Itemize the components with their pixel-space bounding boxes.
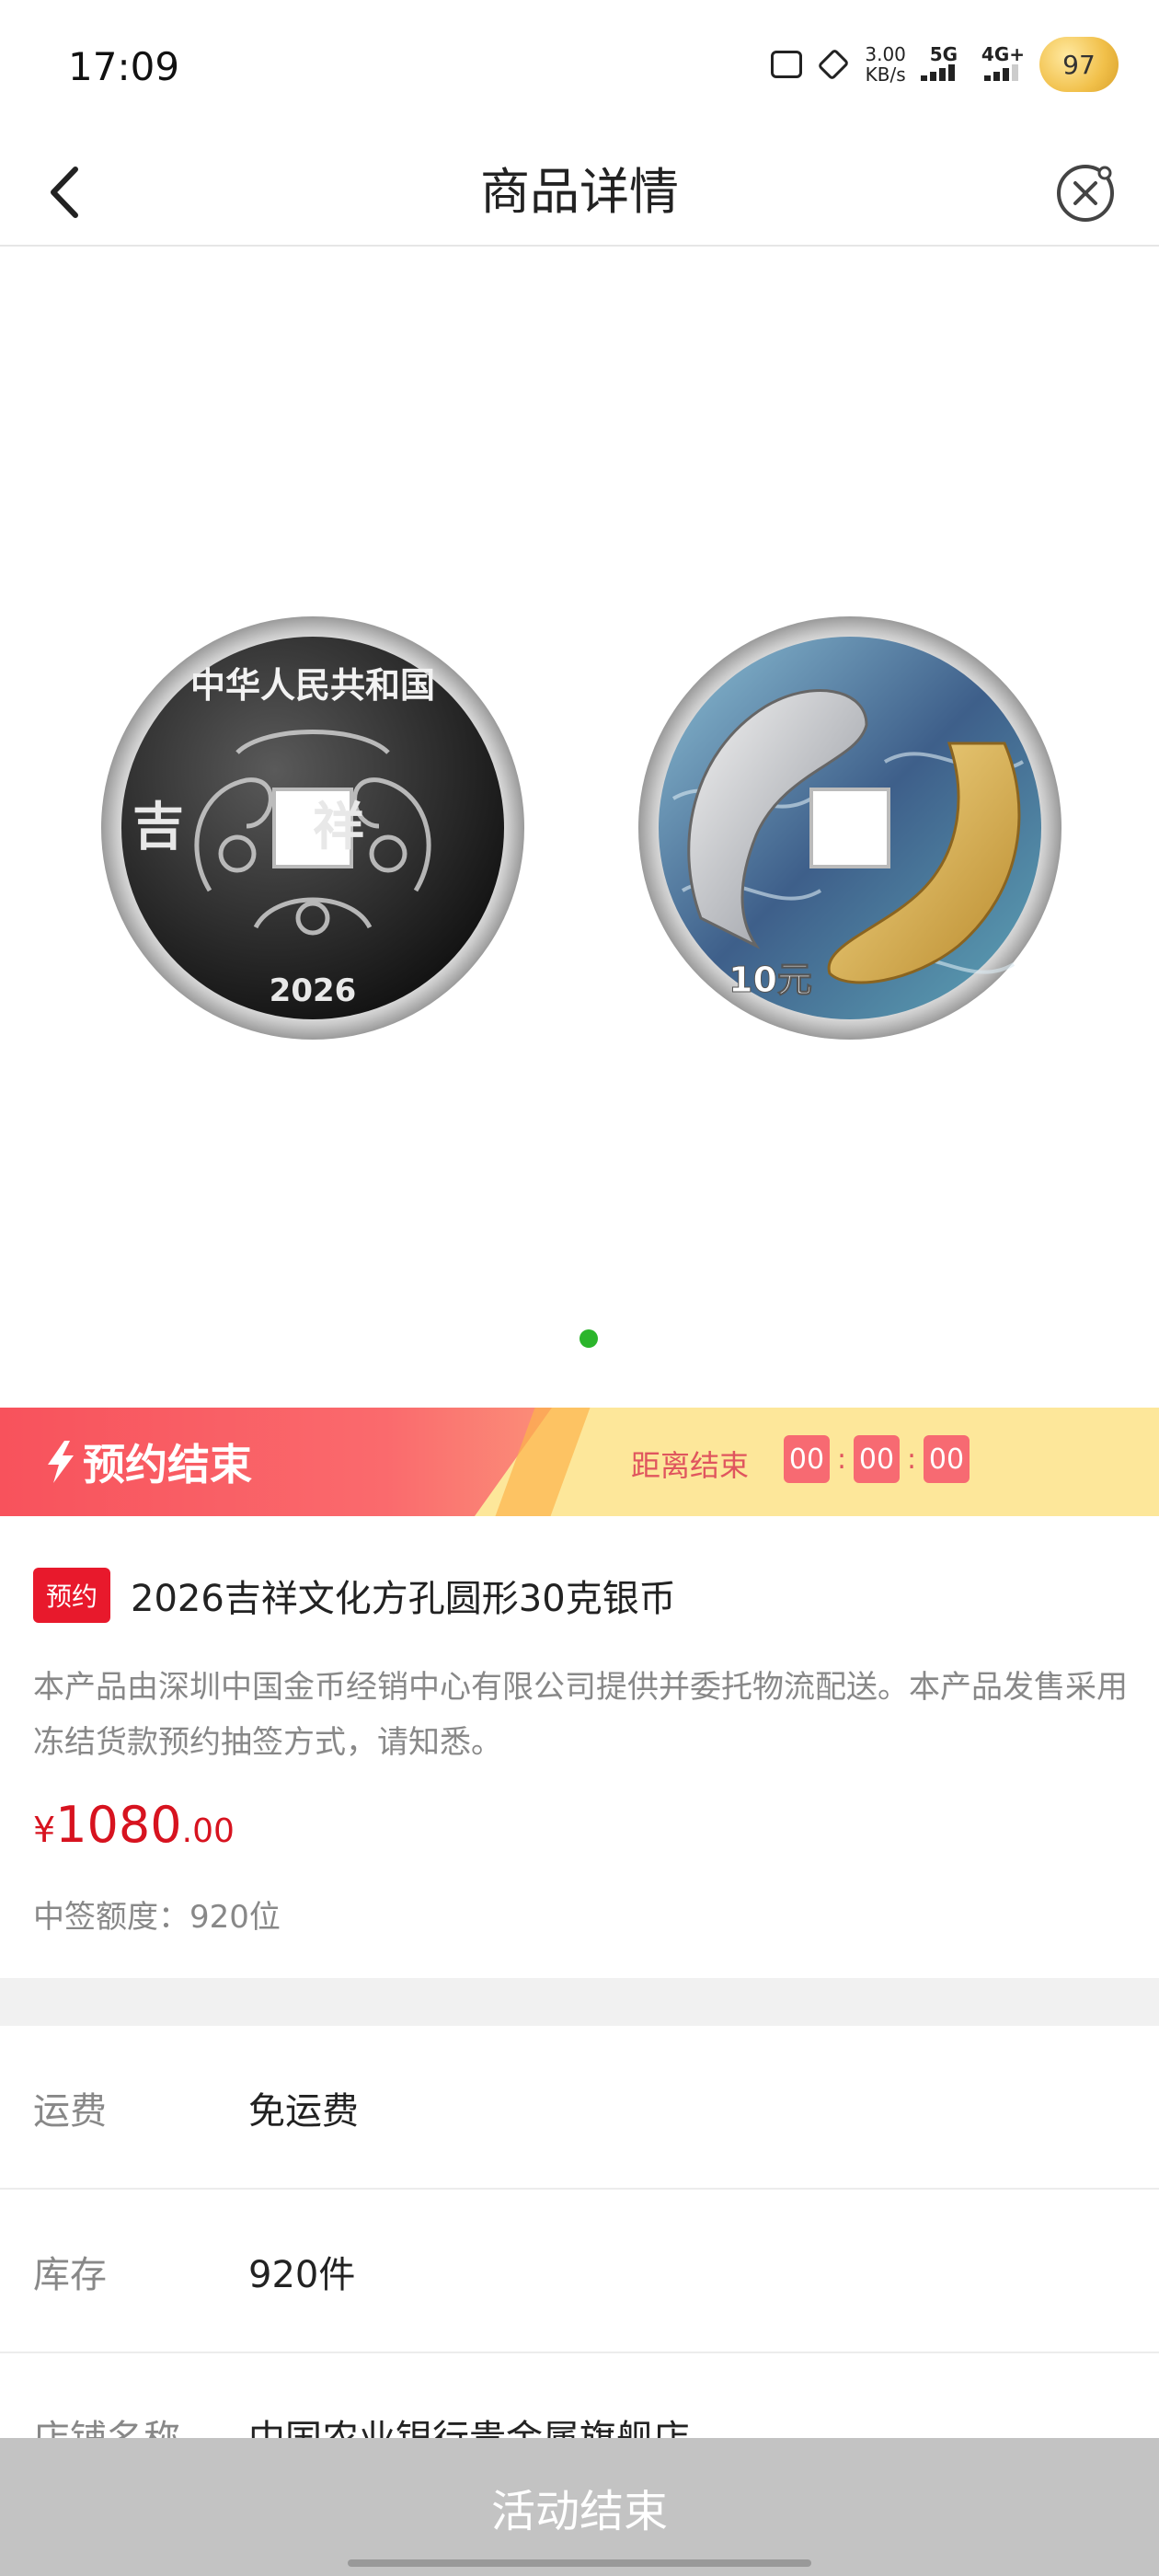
stock-value: 920件 [248,2254,356,2296]
coin-obverse-label: 吉祥 [132,798,493,857]
reservation-tag: 预约 [33,1568,111,1623]
coin-country-text: 中华人民共和国 [190,665,435,706]
battery-indicator: 97 [1039,37,1119,92]
product-title: 2026吉祥文化方孔圆形30克银币 [131,1578,676,1620]
shipping-row: 运费 免运费 [0,2026,1159,2190]
page-title: 商品详情 [480,163,679,221]
price-decimal: .00 [181,1812,235,1850]
banner-title-text: 预约结束 [83,1440,252,1489]
bottom-action-bar: 活动结束 [0,2438,1159,2576]
product-title-row: 预约 2026吉祥文化方孔圆形30克银币 [33,1568,676,1623]
countdown-label: 距离结束 [631,1448,750,1483]
countdown-minutes: 00 [854,1435,900,1483]
net1-label: 5G [929,43,958,65]
price-currency: ¥ [33,1810,56,1850]
status-bar: 17:09 3.00 KB/s 5G 4G+ 97 [0,0,1159,138]
product-description: 本产品由深圳中国金币经销中心有限公司提供并委托物流配送。本产品发售采用冻结货款预… [33,1669,1128,1761]
nav-bar: 商品详情 [0,138,1159,247]
coin-reverse-image: 10元 [638,616,1061,1040]
speed-unit: KB/s [865,63,906,86]
countdown-hours: 00 [784,1435,830,1483]
network-speed: 3.00 KB/s [865,44,906,85]
net2-label: 4G+ [981,43,1025,65]
close-mini-program-icon[interactable] [1054,162,1117,224]
status-icons: 3.00 KB/s 5G 4G+ 97 [771,37,1119,92]
banner-title: 预约结束 [44,1432,252,1492]
stock-label: 库存 [33,2254,107,2296]
stock-row: 库存 920件 [0,2190,1159,2353]
product-image-gallery[interactable]: 中华人民共和国 2026 吉祥 10元 [0,248,1159,1408]
price-integer: 1080 [55,1796,182,1854]
coin-denomination-text: 10元 [729,960,812,1000]
lightning-icon [48,1441,74,1483]
activity-ended-button[interactable]: 活动结束 [0,2438,1159,2576]
speed-value: 3.00 [865,43,906,65]
winning-quota: 中签额度：920位 [33,1899,281,1936]
signal-bars-icon [920,64,955,81]
reservation-status-banner: 预约结束 距离结束 00 : 00 : 00 [0,1408,1159,1516]
section-divider [0,1978,1159,2026]
product-info-section: 预约 2026吉祥文化方孔圆形30克银币 本产品由深圳中国金币经销中心有限公司提… [0,1516,1159,1978]
pagination-dot-active[interactable] [580,1329,598,1348]
vibrate-icon [819,50,849,79]
countdown-timer: 00 : 00 : 00 [784,1435,970,1483]
coin-year-text: 2026 [270,972,357,1009]
signal-4g: 4G+ [981,44,1025,85]
shipping-value: 免运费 [248,2090,359,2133]
countdown-seconds: 00 [924,1435,970,1483]
shipping-label: 运费 [33,2090,107,2133]
home-indicator[interactable] [348,2559,811,2567]
signal-5g: 5G [920,43,967,85]
countdown-separator: : [906,1443,917,1476]
product-price: ¥1080.00 [33,1796,235,1854]
message-icon [771,51,803,78]
countdown-separator: : [836,1443,847,1476]
coin-obverse-image: 中华人民共和国 2026 吉祥 [101,616,524,1040]
signal-bars-icon [984,64,1019,81]
status-time: 17:09 [68,44,180,89]
